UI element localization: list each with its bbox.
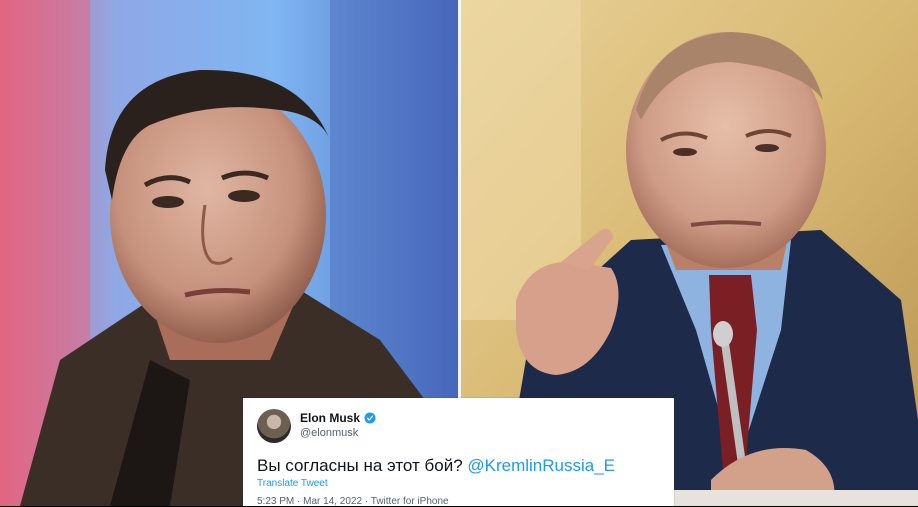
tweet-text-plain: Вы согласны на этот бой?: [257, 456, 468, 475]
avatar[interactable]: [257, 409, 291, 443]
tweet-meta: 5:23 PM · Mar 14, 2022 · Twitter for iPh…: [257, 496, 449, 507]
tweet-card[interactable]: Elon Musk @elonmusk Вы согласны на этот …: [243, 398, 674, 507]
tweet-author-row: Elon Musk: [300, 411, 376, 425]
tweet-author-name[interactable]: Elon Musk: [300, 411, 360, 425]
verified-badge-icon: [364, 412, 376, 424]
translate-tweet-link[interactable]: Translate Tweet: [257, 478, 328, 489]
tweet-author-handle[interactable]: @elonmusk: [300, 427, 358, 439]
tweet-mention-link[interactable]: @KremlinRussia_E: [467, 456, 615, 475]
tweet-text: Вы согласны на этот бой? @KremlinRussia_…: [257, 456, 615, 476]
